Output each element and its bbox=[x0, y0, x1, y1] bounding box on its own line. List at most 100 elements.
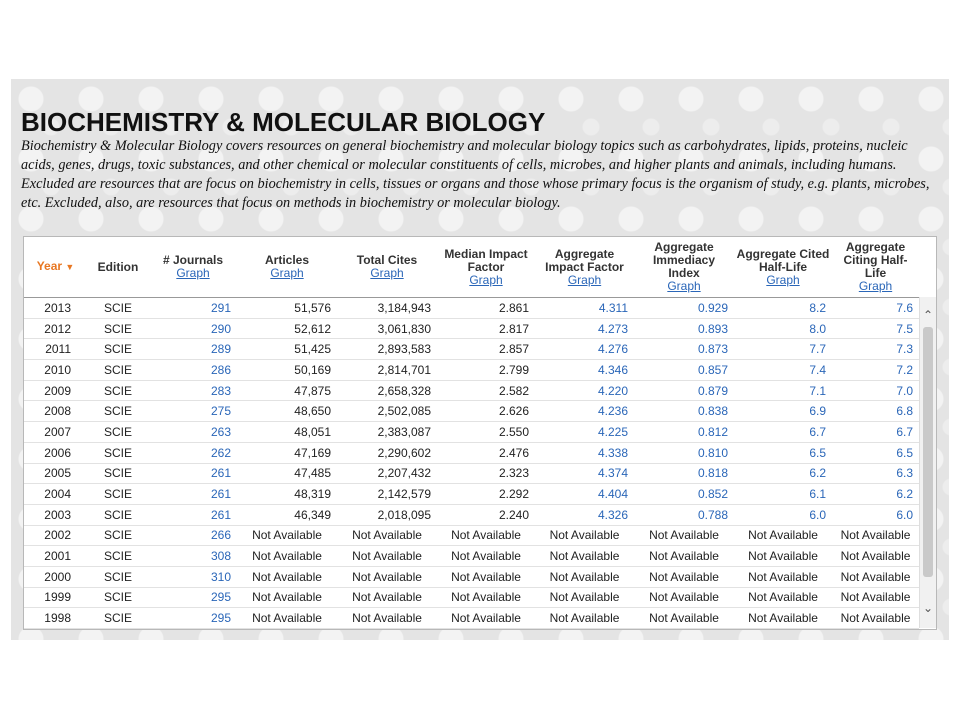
table-body: 2013 SCIE 291 51,576 3,184,943 2.861 4.311 0.92… bbox=[24, 297, 919, 629]
cell-aggregate-cited-half-life[interactable]: 7.7 bbox=[734, 338, 832, 361]
cell-aggregate-cited-half-life[interactable]: 8.0 bbox=[734, 318, 832, 340]
table-row: 2003 SCIE 261 46,349 2,018,095 2.240 4.326 0.78… bbox=[24, 504, 919, 526]
cell-aggregate-immediacy-index[interactable]: 0.873 bbox=[634, 338, 734, 361]
cell-journals[interactable]: 286 bbox=[149, 359, 237, 381]
cell-aggregate-immediacy-index[interactable]: 0.812 bbox=[634, 421, 734, 443]
cell-aggregate-cited-half-life[interactable]: 6.2 bbox=[734, 463, 832, 485]
cell-median-impact-factor: 2.550 bbox=[437, 421, 535, 443]
cell-aggregate-citing-half-life[interactable]: 7.3 bbox=[832, 338, 919, 361]
cell-aggregate-immediacy-index: Not Available bbox=[634, 607, 734, 629]
cell-journals[interactable]: 261 bbox=[149, 504, 237, 526]
cell-edition: SCIE bbox=[87, 607, 149, 629]
graph-link-aggregate-impact-factor[interactable]: Graph bbox=[537, 273, 632, 287]
header-year[interactable]: Year ▼ bbox=[24, 237, 87, 298]
cell-aggregate-citing-half-life[interactable]: 6.3 bbox=[832, 463, 919, 485]
cell-journals[interactable]: 262 bbox=[149, 442, 237, 464]
cell-aggregate-citing-half-life[interactable]: 6.7 bbox=[832, 421, 919, 443]
table-row: 2008 SCIE 275 48,650 2,502,085 2.626 4.236 0.83… bbox=[24, 400, 919, 423]
cell-aggregate-impact-factor[interactable]: 4.273 bbox=[535, 318, 634, 340]
cell-aggregate-immediacy-index[interactable]: 0.929 bbox=[634, 297, 734, 319]
cell-journals[interactable]: 263 bbox=[149, 421, 237, 443]
cell-total-cites: 2,142,579 bbox=[337, 483, 437, 505]
cell-aggregate-impact-factor[interactable]: 4.236 bbox=[535, 400, 634, 423]
cell-journals[interactable]: 261 bbox=[149, 483, 237, 505]
cell-articles: Not Available bbox=[237, 607, 337, 629]
table-row: 2004 SCIE 261 48,319 2,142,579 2.292 4.404 0.85… bbox=[24, 483, 919, 505]
cell-journals[interactable]: 275 bbox=[149, 400, 237, 423]
page-title: BIOCHEMISTRY & MOLECULAR BIOLOGY bbox=[21, 107, 546, 137]
chevron-up-icon[interactable]: ⌃ bbox=[920, 307, 936, 323]
cell-aggregate-citing-half-life[interactable]: 6.2 bbox=[832, 483, 919, 505]
category-panel: BIOCHEMISTRY & MOLECULAR BIOLOGY Biochem… bbox=[11, 79, 949, 640]
cell-aggregate-cited-half-life: Not Available bbox=[734, 607, 832, 629]
cell-aggregate-citing-half-life[interactable]: 6.8 bbox=[832, 400, 919, 423]
cell-aggregate-citing-half-life[interactable]: 7.5 bbox=[832, 318, 919, 340]
cell-aggregate-immediacy-index[interactable]: 0.893 bbox=[634, 318, 734, 340]
cell-aggregate-cited-half-life[interactable]: 6.0 bbox=[734, 504, 832, 526]
cell-aggregate-impact-factor[interactable]: 4.220 bbox=[535, 380, 634, 402]
cell-aggregate-cited-half-life[interactable]: 6.5 bbox=[734, 442, 832, 464]
graph-link-articles[interactable]: Graph bbox=[239, 267, 335, 280]
cell-aggregate-citing-half-life[interactable]: 7.2 bbox=[832, 359, 919, 381]
header-journals: # Journals Graph bbox=[149, 237, 237, 298]
cell-aggregate-impact-factor[interactable]: 4.326 bbox=[535, 504, 634, 526]
cell-aggregate-immediacy-index[interactable]: 0.810 bbox=[634, 442, 734, 464]
cell-aggregate-citing-half-life: Not Available bbox=[832, 566, 919, 588]
cell-aggregate-citing-half-life[interactable]: 7.0 bbox=[832, 380, 919, 402]
cell-aggregate-impact-factor[interactable]: 4.276 bbox=[535, 338, 634, 361]
cell-journals[interactable]: 310 bbox=[149, 566, 237, 588]
scrollbar-thumb[interactable] bbox=[923, 327, 933, 577]
cell-aggregate-cited-half-life[interactable]: 7.4 bbox=[734, 359, 832, 381]
cell-journals[interactable]: 289 bbox=[149, 338, 237, 361]
graph-link-aggregate-immediacy-index[interactable]: Graph bbox=[636, 280, 732, 293]
cell-aggregate-impact-factor[interactable]: 4.338 bbox=[535, 442, 634, 464]
cell-aggregate-cited-half-life[interactable]: 6.7 bbox=[734, 421, 832, 443]
cell-year: 2001 bbox=[24, 545, 87, 567]
cell-aggregate-impact-factor[interactable]: 4.346 bbox=[535, 359, 634, 381]
cell-aggregate-cited-half-life[interactable]: 6.9 bbox=[734, 400, 832, 423]
cell-median-impact-factor: 2.323 bbox=[437, 463, 535, 485]
cell-year: 2005 bbox=[24, 463, 87, 485]
graph-link-median-impact-factor[interactable]: Graph bbox=[439, 273, 533, 287]
cell-journals[interactable]: 295 bbox=[149, 587, 237, 609]
header-total-cites: Total Cites Graph bbox=[337, 237, 437, 298]
cell-aggregate-citing-half-life[interactable]: 6.0 bbox=[832, 504, 919, 526]
cell-aggregate-immediacy-index[interactable]: 0.879 bbox=[634, 380, 734, 402]
cell-aggregate-immediacy-index[interactable]: 0.838 bbox=[634, 400, 734, 423]
chevron-down-icon[interactable]: ⌄ bbox=[920, 600, 936, 616]
graph-link-journals[interactable]: Graph bbox=[151, 267, 235, 280]
cell-aggregate-immediacy-index[interactable]: 0.857 bbox=[634, 359, 734, 381]
cell-aggregate-impact-factor[interactable]: 4.374 bbox=[535, 463, 634, 485]
cell-aggregate-immediacy-index[interactable]: 0.788 bbox=[634, 504, 734, 526]
graph-link-total-cites[interactable]: Graph bbox=[339, 267, 435, 280]
cell-total-cites: Not Available bbox=[337, 545, 437, 567]
cell-total-cites: 2,893,583 bbox=[337, 338, 437, 361]
cell-aggregate-immediacy-index[interactable]: 0.818 bbox=[634, 463, 734, 485]
cell-median-impact-factor: 2.476 bbox=[437, 442, 535, 464]
cell-journals[interactable]: 291 bbox=[149, 297, 237, 319]
cell-edition: SCIE bbox=[87, 338, 149, 361]
graph-link-aggregate-citing-half-life[interactable]: Graph bbox=[834, 280, 917, 293]
cell-aggregate-impact-factor[interactable]: 4.404 bbox=[535, 483, 634, 505]
cell-journals[interactable]: 295 bbox=[149, 607, 237, 629]
cell-aggregate-cited-half-life[interactable]: 6.1 bbox=[734, 483, 832, 505]
table-row: 2006 SCIE 262 47,169 2,290,602 2.476 4.338 0.81… bbox=[24, 442, 919, 464]
cell-journals[interactable]: 266 bbox=[149, 525, 237, 547]
cell-aggregate-citing-half-life: Not Available bbox=[832, 607, 919, 629]
cell-journals[interactable]: 261 bbox=[149, 463, 237, 485]
cell-aggregate-impact-factor[interactable]: 4.225 bbox=[535, 421, 634, 443]
cell-total-cites: 3,184,943 bbox=[337, 297, 437, 319]
cell-aggregate-cited-half-life[interactable]: 8.2 bbox=[734, 297, 832, 319]
table-row: 2012 SCIE 290 52,612 3,061,830 2.817 4.273 0.89… bbox=[24, 318, 919, 340]
cell-aggregate-citing-half-life[interactable]: 6.5 bbox=[832, 442, 919, 464]
cell-journals[interactable]: 290 bbox=[149, 318, 237, 340]
cell-aggregate-immediacy-index: Not Available bbox=[634, 545, 734, 567]
table-scrollbar[interactable]: ⌃ ⌄ bbox=[919, 297, 936, 628]
graph-link-aggregate-cited-half-life[interactable]: Graph bbox=[736, 273, 830, 287]
cell-aggregate-immediacy-index[interactable]: 0.852 bbox=[634, 483, 734, 505]
cell-aggregate-cited-half-life[interactable]: 7.1 bbox=[734, 380, 832, 402]
cell-aggregate-citing-half-life[interactable]: 7.6 bbox=[832, 297, 919, 319]
cell-aggregate-impact-factor[interactable]: 4.311 bbox=[535, 297, 634, 319]
cell-journals[interactable]: 308 bbox=[149, 545, 237, 567]
cell-journals[interactable]: 283 bbox=[149, 380, 237, 402]
